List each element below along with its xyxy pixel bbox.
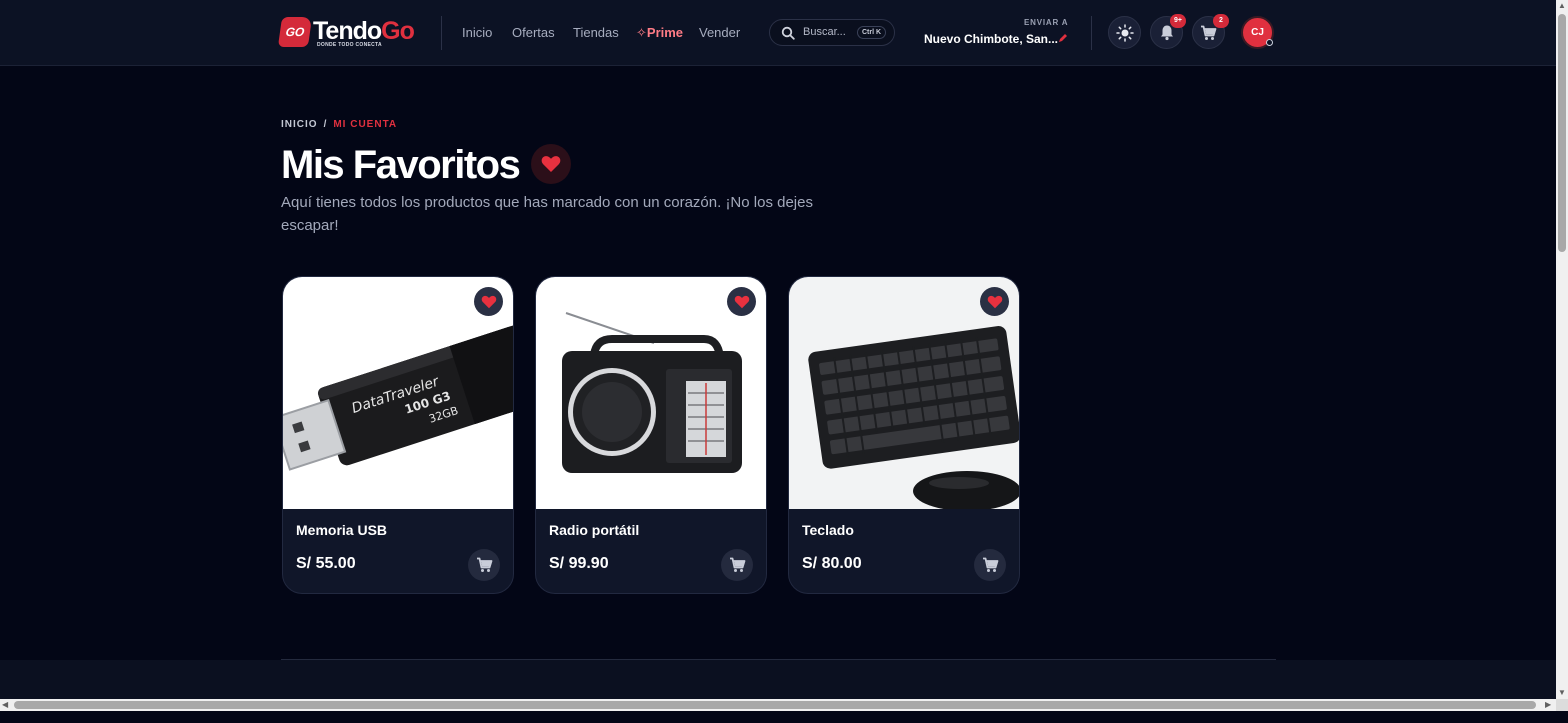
cart-count-badge: 2 (1213, 14, 1229, 28)
search-icon (781, 26, 795, 40)
nav-prime[interactable]: ✧Prime (636, 25, 683, 41)
product-price: S/ 55.00 (296, 555, 356, 572)
footer-area (0, 660, 1556, 700)
nav-inicio[interactable]: Inicio (462, 25, 492, 40)
top-header: GO TendoGo DONDE TODO CONECTA Inicio Ofe… (0, 0, 1556, 66)
header-divider-right (1091, 16, 1092, 50)
vertical-scrollbar[interactable]: ▲ ▼ (1556, 0, 1568, 711)
heart-icon (734, 295, 749, 308)
favorite-heart-button[interactable] (727, 287, 756, 316)
notifications-button[interactable]: 9+ (1150, 14, 1186, 49)
cart-icon (1201, 25, 1217, 40)
scroll-up-arrow-icon[interactable]: ▲ (1558, 2, 1566, 10)
product-card[interactable]: Radio portátil S/ 99.90 (535, 276, 767, 594)
heart-icon (987, 295, 1002, 308)
shopping-bag-logo-icon: GO (277, 17, 313, 47)
cart-icon (982, 557, 998, 572)
sun-icon (1115, 23, 1134, 42)
scroll-right-arrow-icon[interactable]: ▶ (1545, 701, 1551, 709)
product-name[interactable]: Teclado (802, 522, 854, 538)
logo-main-text: Tendo (313, 17, 382, 45)
nav-tiendas[interactable]: Tiendas (573, 25, 619, 40)
add-to-cart-button[interactable] (721, 549, 753, 581)
theme-toggle-button[interactable] (1108, 16, 1141, 49)
status-dot (1266, 39, 1273, 46)
product-name[interactable]: Memoria USB (296, 522, 387, 538)
product-card[interactable]: Teclado S/ 80.00 (788, 276, 1020, 594)
scroll-left-arrow-icon[interactable]: ◀ (2, 701, 8, 709)
heart-icon (531, 144, 571, 184)
nav-vender[interactable]: Vender (699, 25, 740, 40)
tendogo-logo[interactable]: GO TendoGo DONDE TODO CONECTA (277, 14, 420, 52)
product-name[interactable]: Radio portátil (549, 522, 639, 538)
page-title: Mis Favoritos (281, 143, 521, 187)
avatar-initials: CJ (1251, 27, 1264, 38)
page-subtitle: Aquí tienes todos los productos que has … (281, 194, 813, 234)
notifications-count-badge: 9+ (1170, 14, 1186, 28)
horizontal-scroll-thumb[interactable] (14, 701, 1536, 709)
shipping-label: ENVIAR A (1024, 18, 1069, 27)
favorite-heart-button[interactable] (980, 287, 1009, 316)
header-divider (441, 16, 442, 50)
search-box[interactable]: Buscar... Ctrl K (769, 19, 895, 46)
shipping-location[interactable]: Nuevo Chimbote, San... (924, 32, 1058, 46)
breadcrumb-current[interactable]: MI CUENTA (333, 119, 397, 130)
add-to-cart-button[interactable] (974, 549, 1006, 581)
heart-icon (481, 295, 496, 308)
cart-button[interactable]: 2 (1192, 14, 1229, 49)
cart-icon (476, 557, 492, 572)
add-to-cart-button[interactable] (468, 549, 500, 581)
breadcrumb-separator: / (323, 119, 328, 130)
favorite-heart-button[interactable] (474, 287, 503, 316)
edit-pencil-icon[interactable] (1058, 33, 1068, 43)
logo-tagline: DONDE TODO CONECTA (317, 42, 382, 48)
footer-divider (281, 659, 1276, 660)
scroll-down-arrow-icon[interactable]: ▼ (1558, 689, 1566, 697)
vertical-scroll-thumb[interactable] (1558, 14, 1566, 252)
horizontal-scrollbar[interactable]: ◀ ▶ (0, 699, 1556, 711)
scrollbar-corner (1556, 699, 1568, 711)
nav-ofertas[interactable]: Ofertas (512, 25, 555, 40)
logo-accent-text: Go (381, 17, 415, 45)
breadcrumb: INICIO / MI CUENTA (281, 119, 397, 130)
search-shortcut-hint: Ctrl K (857, 26, 887, 39)
cart-icon (729, 557, 745, 572)
user-avatar[interactable]: CJ (1241, 16, 1274, 49)
search-placeholder: Buscar... (803, 26, 846, 38)
breadcrumb-home[interactable]: INICIO (281, 119, 318, 130)
product-price: S/ 80.00 (802, 555, 862, 572)
logo-badge-text: GO (284, 25, 306, 39)
product-price: S/ 99.90 (549, 555, 609, 572)
product-card[interactable]: DataTraveler 100 G3 32GB Memoria USB S/ … (282, 276, 514, 594)
